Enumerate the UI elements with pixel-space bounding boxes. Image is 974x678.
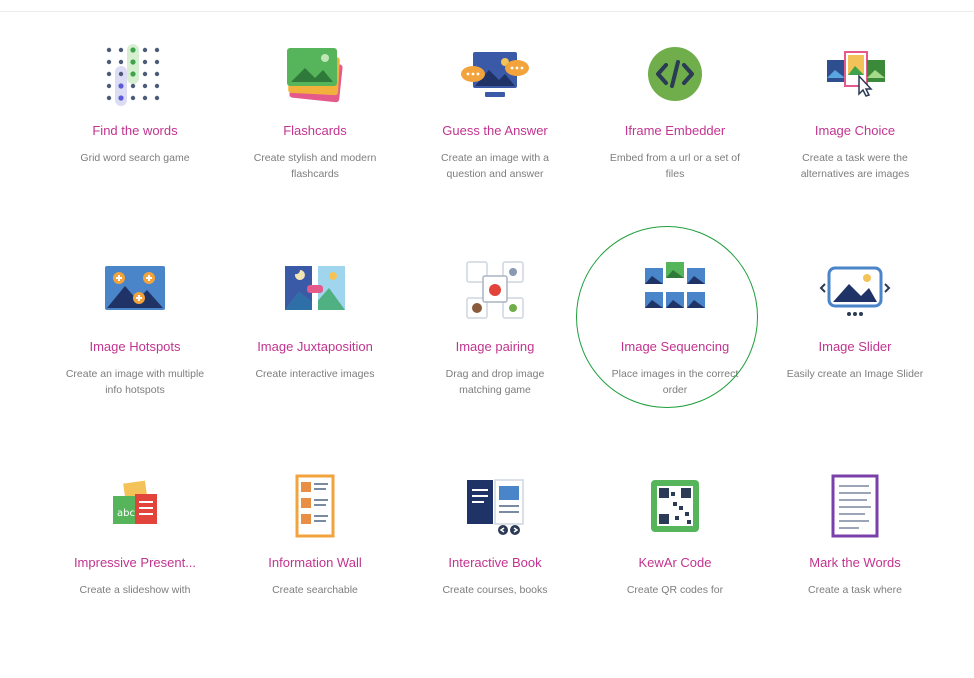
content-type-card-flashcards[interactable]: Flashcards Create stylish and modern fla… [225,30,405,246]
card-description: Create an image with multiple info hotsp… [65,368,205,396]
card-description: Create a task were the alternatives are … [800,152,910,180]
information-wall-icon [279,470,351,542]
content-type-card-guess-the-answer[interactable]: Guess the Answer Create an image with a … [405,30,585,246]
content-type-card-impressive-presentation[interactable]: abc Impressive Present... Create a slide… [45,462,225,678]
grid-row: Find the words Grid word search game Fla… [45,30,945,246]
card-description: Easily create an Image Slider [786,368,924,380]
card-title: Image Hotspots [89,339,181,354]
card-title: Guess the Answer [442,123,548,138]
card-title: Image Choice [814,123,896,138]
card-title: Interactive Book [448,555,542,570]
card-description: Grid word search game [80,152,190,164]
card-title: Image Juxtaposition [257,339,373,354]
svg-text:abc: abc [117,508,135,519]
image-slider-icon [819,254,891,326]
image-hotspots-icon [99,254,171,326]
word-search-grid-icon [99,38,171,110]
grid-row: abc Impressive Present... Create a slide… [45,462,945,678]
content-type-card-image-pairing[interactable]: Image pairing Drag and drop image matchi… [405,246,585,462]
content-type-card-image-sequencing[interactable]: Image Sequencing Place images in the cor… [585,246,765,462]
card-title: Image Slider [818,339,892,354]
card-description: Create a task where [808,584,902,596]
presentation-icon: abc [99,470,171,542]
top-divider [0,11,974,12]
card-description: Embed from a url or a set of files [609,152,741,180]
content-type-card-information-wall[interactable]: Information Wall Create searchable [225,462,405,678]
card-description: Create stylish and modern flashcards [253,152,377,180]
card-title: Image pairing [455,339,535,354]
card-description: Create a slideshow with [79,584,191,596]
card-title: Information Wall [268,555,362,570]
image-sequencing-icon [639,254,711,326]
card-title: Flashcards [283,123,347,138]
content-type-card-find-the-words[interactable]: Find the words Grid word search game [45,30,225,246]
content-type-card-image-juxtaposition[interactable]: Image Juxtaposition Create interactive i… [225,246,405,462]
image-choice-icon [819,38,891,110]
card-description: Drag and drop image matching game [445,368,545,396]
content-type-card-interactive-book[interactable]: Interactive Book Create courses, books [405,462,585,678]
content-type-card-kewar-code[interactable]: KewAr Code Create QR codes for [585,462,765,678]
flashcards-icon [279,38,351,110]
interactive-book-icon [459,470,531,542]
code-brackets-icon [639,38,711,110]
card-description: Create interactive images [255,368,375,380]
card-title: KewAr Code [638,555,712,570]
content-type-card-iframe-embedder[interactable]: Iframe Embedder Embed from a url or a se… [585,30,765,246]
card-description: Create searchable [272,584,358,596]
card-title: Iframe Embedder [624,123,726,138]
qr-code-icon [639,470,711,542]
card-description: Create courses, books [442,584,548,596]
card-title: Find the words [92,123,178,138]
card-title: Impressive Present... [73,555,197,570]
card-description: Create QR codes for [626,584,724,596]
card-description: Create an image with a question and answ… [441,152,549,180]
card-description: Place images in the correct order [611,368,739,396]
grid-row: Image Hotspots Create an image with mult… [45,246,945,462]
card-title: Mark the Words [809,555,901,570]
content-type-card-mark-the-words[interactable]: Mark the Words Create a task where [765,462,945,678]
card-title: Image Sequencing [620,339,730,354]
content-type-card-image-choice[interactable]: Image Choice Create a task were the alte… [765,30,945,246]
image-juxtaposition-icon [279,254,351,326]
content-type-card-image-slider[interactable]: Image Slider Easily create an Image Slid… [765,246,945,462]
mark-words-document-icon [819,470,891,542]
content-type-card-image-hotspots[interactable]: Image Hotspots Create an image with mult… [45,246,225,462]
guess-answer-icon [459,38,531,110]
image-pairing-icon [459,254,531,326]
content-type-grid: Find the words Grid word search game Fla… [45,30,945,678]
